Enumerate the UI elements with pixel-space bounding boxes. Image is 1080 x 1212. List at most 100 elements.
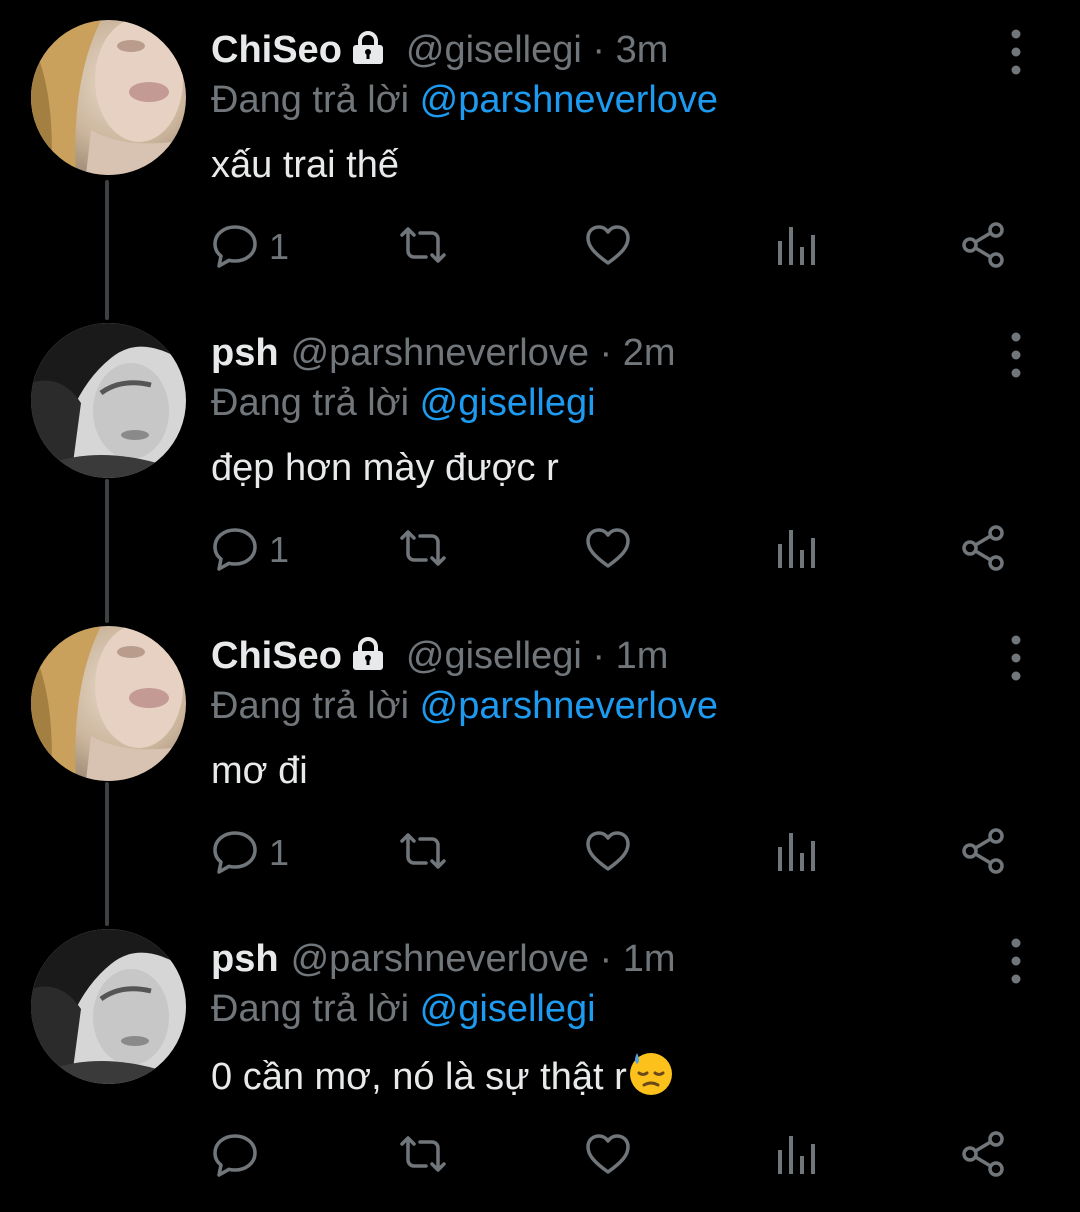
retweet-button[interactable]: [396, 808, 450, 898]
views-chart-icon: [775, 221, 819, 274]
separator-dot: ·: [592, 29, 606, 71]
downcast-face-with-sweat-emoji-icon: [627, 1049, 675, 1110]
heart-icon: [584, 524, 632, 577]
tweet-header: ChiSeo @gisellegi · 1m: [211, 632, 668, 680]
share-button[interactable]: [960, 808, 1008, 898]
timestamp[interactable]: 3m: [616, 29, 669, 71]
like-button[interactable]: [584, 1111, 632, 1201]
reply-count: 1: [269, 529, 290, 570]
display-name[interactable]: ChiSeo: [211, 29, 342, 71]
replying-to: Đang trả lời @gisellegi: [211, 379, 596, 427]
replying-to-label: Đang trả lời: [211, 79, 410, 121]
timestamp[interactable]: 2m: [623, 332, 676, 374]
mention-link[interactable]: @gisellegi: [420, 382, 596, 424]
reply-button[interactable]: 1: [211, 202, 289, 292]
lock-icon: [348, 636, 388, 684]
reply-button[interactable]: 1: [211, 808, 289, 898]
views-chart-icon: [775, 1130, 819, 1183]
retweet-icon: [396, 827, 450, 880]
retweet-icon: [396, 221, 450, 274]
reply-icon: [211, 221, 259, 274]
mention-link[interactable]: @parshneverlove: [420, 79, 718, 121]
share-button[interactable]: [960, 202, 1008, 292]
handle[interactable]: @parshneverlove: [291, 938, 589, 980]
avatar-psh[interactable]: [31, 929, 186, 1084]
share-icon: [960, 221, 1008, 274]
heart-icon: [584, 827, 632, 880]
handle[interactable]: @gisellegi: [406, 635, 582, 677]
more-vertical-icon[interactable]: [996, 612, 1036, 692]
avatar-psh[interactable]: [31, 323, 186, 478]
display-name[interactable]: psh: [211, 332, 279, 374]
like-button[interactable]: [584, 808, 632, 898]
tweet-header: psh @parshneverlove · 2m: [211, 329, 676, 377]
tweet-header: psh @parshneverlove · 1m: [211, 935, 676, 983]
like-button[interactable]: [584, 505, 632, 595]
retweet-button[interactable]: [396, 505, 450, 595]
views-button[interactable]: [775, 202, 819, 292]
heart-icon: [584, 1130, 632, 1183]
mention-link[interactable]: @parshneverlove: [420, 685, 718, 727]
action-bar: 1: [0, 505, 1080, 595]
tweet-text: xấu trai thế: [211, 144, 399, 186]
avatar-chiseo[interactable]: [31, 20, 186, 175]
views-button[interactable]: [775, 505, 819, 595]
tweet-text: 0 cần mơ, nó là sự thật r: [211, 1056, 627, 1098]
more-vertical-icon[interactable]: [996, 6, 1036, 86]
display-name[interactable]: ChiSeo: [211, 635, 342, 677]
tweet-header: ChiSeo @gisellegi · 3m: [211, 26, 668, 74]
display-name[interactable]: psh: [211, 938, 279, 980]
replying-to-label: Đang trả lời: [211, 685, 410, 727]
reply-icon: [211, 1130, 259, 1183]
separator-dot: ·: [592, 635, 606, 677]
conversation-thread: ChiSeo @gisellegi · 3m Đang trả lời @pars…: [0, 0, 1080, 1207]
reply-icon: [211, 827, 259, 880]
tweet-3[interactable]: ChiSeo @gisellegi · 1m Đang trả lời @pars…: [0, 606, 1080, 926]
retweet-button[interactable]: [396, 202, 450, 292]
tweet-2[interactable]: psh @parshneverlove · 2m Đang trả lời @gi…: [0, 303, 1080, 623]
separator-dot: ·: [599, 938, 613, 980]
views-chart-icon: [775, 524, 819, 577]
views-chart-icon: [775, 827, 819, 880]
reply-count: 1: [269, 832, 290, 873]
handle[interactable]: @gisellegi: [406, 29, 582, 71]
views-button[interactable]: [775, 808, 819, 898]
share-button[interactable]: [960, 1111, 1008, 1201]
replying-to-label: Đang trả lời: [211, 382, 410, 424]
avatar-chiseo[interactable]: [31, 626, 186, 781]
retweet-icon: [396, 524, 450, 577]
action-bar: 1: [0, 202, 1080, 292]
separator-dot: ·: [599, 332, 613, 374]
tweet-text-container: 0 cần mơ, nó là sự thật r: [211, 1049, 675, 1099]
share-icon: [960, 1130, 1008, 1183]
timestamp[interactable]: 1m: [623, 938, 676, 980]
share-button[interactable]: [960, 505, 1008, 595]
more-vertical-icon[interactable]: [996, 309, 1036, 389]
reply-button[interactable]: [211, 1111, 269, 1201]
replying-to: Đang trả lời @gisellegi: [211, 985, 596, 1033]
mention-link[interactable]: @gisellegi: [420, 988, 596, 1030]
reply-count: 1: [269, 226, 290, 267]
replying-to-label: Đang trả lời: [211, 988, 410, 1030]
retweet-button[interactable]: [396, 1111, 450, 1201]
like-button[interactable]: [584, 202, 632, 292]
tweet-text: mơ đi: [211, 750, 308, 792]
tweet-text: đẹp hơn mày được r: [211, 447, 559, 489]
reply-button[interactable]: 1: [211, 505, 289, 595]
tweet-1[interactable]: ChiSeo @gisellegi · 3m Đang trả lời @pars…: [0, 0, 1080, 320]
action-bar: [0, 1111, 1080, 1201]
replying-to: Đang trả lời @parshneverlove: [211, 682, 718, 730]
action-bar: 1: [0, 808, 1080, 898]
views-button[interactable]: [775, 1111, 819, 1201]
heart-icon: [584, 221, 632, 274]
share-icon: [960, 827, 1008, 880]
tweet-4[interactable]: psh @parshneverlove · 1m Đang trả lời @gi…: [0, 909, 1080, 1212]
replying-to: Đang trả lời @parshneverlove: [211, 76, 718, 124]
handle[interactable]: @parshneverlove: [291, 332, 589, 374]
retweet-icon: [396, 1130, 450, 1183]
reply-icon: [211, 524, 259, 577]
more-vertical-icon[interactable]: [996, 915, 1036, 995]
lock-icon: [348, 30, 388, 78]
share-icon: [960, 524, 1008, 577]
timestamp[interactable]: 1m: [616, 635, 669, 677]
